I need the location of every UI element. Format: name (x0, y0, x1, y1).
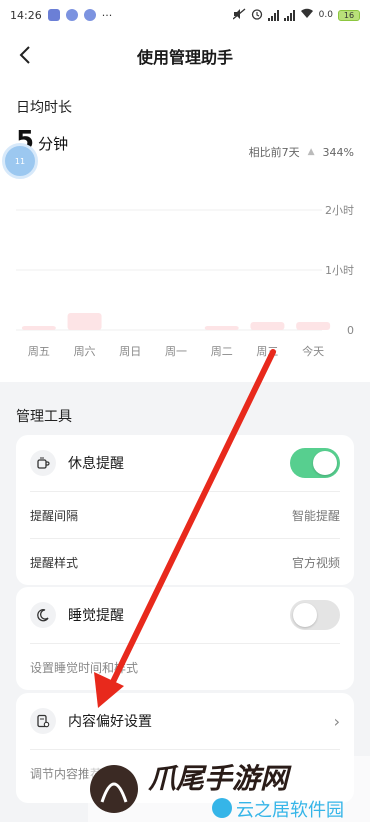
x-tick-label: 周五 (28, 345, 50, 358)
alarm-icon (251, 8, 263, 23)
rest-reminder-row: 休息提醒 (16, 435, 354, 491)
usage-panel: 使用管理助手 日均时长 5 分钟 11 相比前7天 ▲ 344% 0 1小时 2小时… (0, 30, 370, 382)
watermark-text-2: 云之居软件园 (236, 800, 344, 821)
compare-info: 相比前7天 ▲ 344% (249, 144, 354, 160)
sleep-reminder-toggle[interactable] (290, 600, 340, 630)
status-right: 0.0 16 (232, 8, 360, 23)
usage-bar (250, 322, 285, 330)
floating-ball-badge[interactable]: 11 (2, 143, 38, 179)
wifi-icon (300, 8, 314, 22)
preference-doc-icon (30, 708, 56, 734)
weekly-usage-chart: 0 1小时 2小时周五 周六 周日 周一 周二 周三 今天 (16, 204, 354, 358)
app-notification-icon (47, 9, 60, 21)
x-tick-label: 周六 (74, 345, 96, 358)
battery-icon: 16 (338, 9, 360, 21)
sleep-reminder-card: 睡觉提醒 设置睡觉时间和样式 (16, 587, 354, 690)
moon-icon (30, 602, 56, 628)
usage-bar (67, 313, 102, 330)
rest-reminder-title: 休息提醒 (68, 456, 124, 472)
toggle-knob (313, 451, 337, 475)
x-tick-label: 周二 (211, 345, 233, 358)
status-bar: 14:26 ··· 0.0 16 (0, 0, 370, 30)
x-tick-label: 今天 (302, 344, 324, 358)
daily-average-label: 日均时长 (16, 100, 72, 116)
toggle-knob (293, 603, 317, 627)
content-preference-title: 内容偏好设置 (68, 714, 152, 730)
usage-unit: 分钟 (38, 135, 69, 153)
trend-up-icon: ▲ (307, 147, 315, 157)
reminder-interval-value: 智能提醒 (291, 508, 340, 523)
chevron-right-icon: › (333, 711, 340, 731)
compare-label: 相比前7天 (248, 146, 300, 159)
app-notification-icon-2 (83, 9, 96, 21)
reminder-interval-row[interactable]: 提醒间隔 智能提醒 (16, 492, 354, 538)
reminder-style-row[interactable]: 提醒样式 官方视频 (16, 539, 354, 585)
status-time: 14:26 (10, 8, 42, 22)
x-tick-label: 周三 (256, 345, 278, 358)
usage-bar (21, 326, 56, 330)
sleep-settings-row[interactable]: 设置睡觉时间和样式 (16, 644, 354, 690)
sleep-reminder-title: 睡觉提醒 (68, 608, 124, 624)
cup-icon (30, 450, 56, 476)
y-tick-label: 0 (347, 324, 354, 337)
nav-bar: 使用管理助手 (0, 30, 370, 80)
reminder-style-label: 提醒样式 (30, 555, 79, 570)
reminder-interval-label: 提醒间隔 (30, 508, 79, 523)
usage-bar (204, 326, 239, 330)
usage-bar (296, 322, 331, 330)
shield-notification-icon (65, 9, 78, 21)
watermark-logo: 爪尾手游网 云之居软件园 (88, 756, 370, 822)
compare-value: 344% (322, 145, 354, 159)
more-notifications-icon: ··· (101, 8, 113, 22)
x-tick-label: 周一 (165, 345, 187, 358)
content-preference-row[interactable]: 内容偏好设置 › (16, 693, 354, 749)
network-speed: 0.0 (318, 10, 333, 20)
y-tick-label: 2小时 (325, 204, 354, 217)
sleep-reminder-row: 睡觉提醒 (16, 587, 354, 643)
page-title: 使用管理助手 (136, 48, 233, 67)
rest-reminder-card: 休息提醒 提醒间隔 智能提醒 提醒样式 官方视频 (16, 435, 354, 585)
x-tick-label: 周日 (119, 345, 141, 358)
status-left: 14:26 ··· (10, 9, 112, 22)
signal-icon (267, 9, 279, 21)
rest-reminder-toggle[interactable] (290, 448, 340, 478)
y-tick-label: 1小时 (325, 264, 354, 277)
mute-icon (232, 8, 246, 23)
sleep-settings-description: 设置睡觉时间和样式 (30, 660, 139, 675)
reminder-style-value: 官方视频 (291, 555, 340, 570)
signal-icon-2 (283, 9, 295, 21)
watermark-text-1: 爪尾手游网 (148, 762, 292, 795)
tools-section-label: 管理工具 (16, 409, 72, 425)
